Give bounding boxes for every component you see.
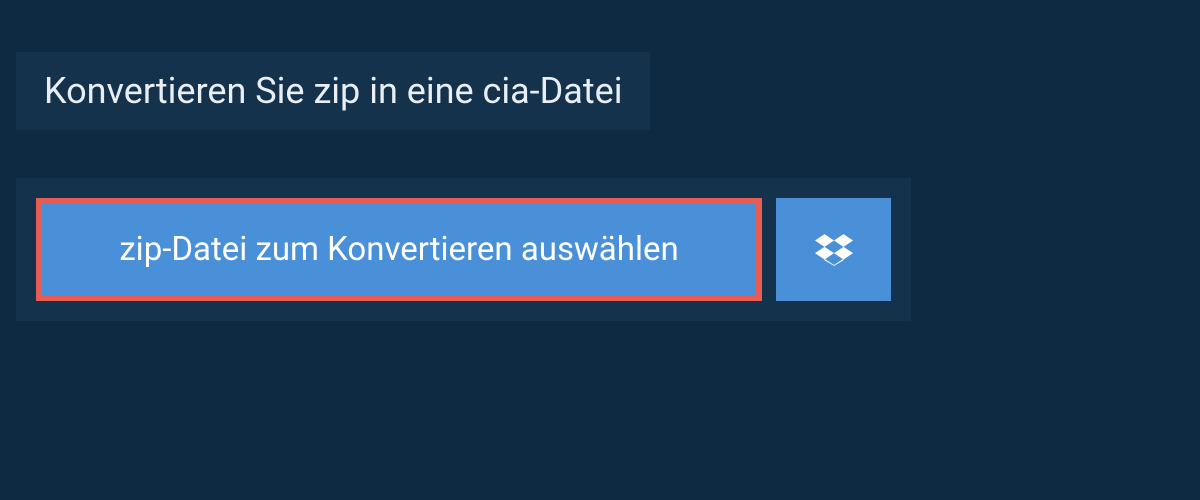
select-file-button[interactable]: zip-Datei zum Konvertieren auswählen — [36, 198, 762, 301]
dropbox-icon — [815, 231, 853, 269]
page-title-bar: Konvertieren Sie zip in eine cia-Datei — [16, 52, 650, 130]
upload-panel: zip-Datei zum Konvertieren auswählen — [16, 178, 911, 321]
page-title: Konvertieren Sie zip in eine cia-Datei — [44, 70, 622, 112]
select-file-label: zip-Datei zum Konvertieren auswählen — [119, 230, 678, 269]
dropbox-button[interactable] — [776, 198, 891, 301]
